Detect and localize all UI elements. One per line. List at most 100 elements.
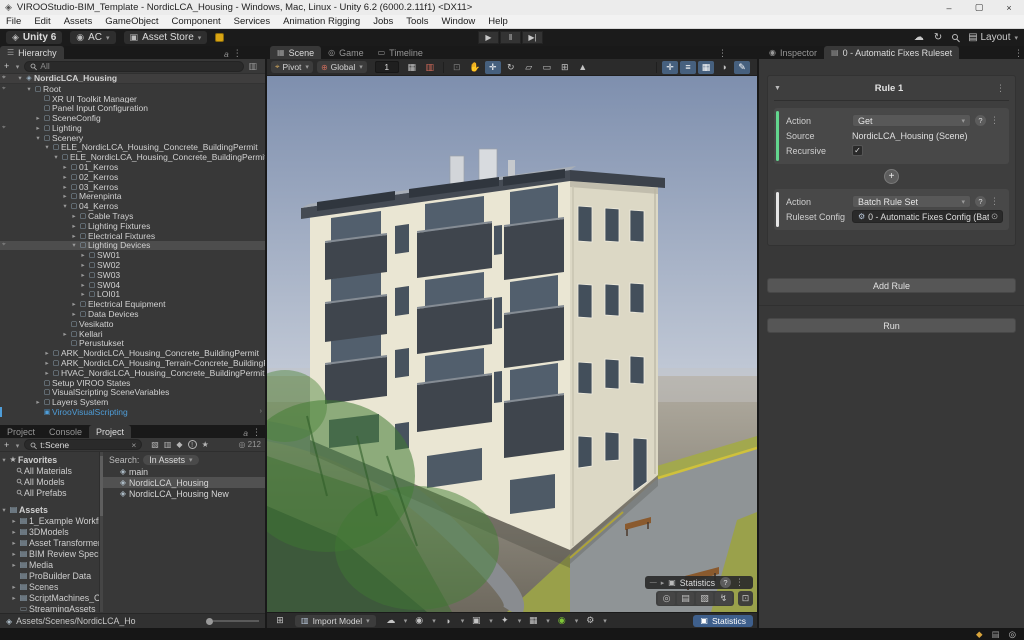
favorite-item-all-prefabs[interactable]: All Prefabs <box>0 487 99 498</box>
rule-menu-icon[interactable]: ⋮ <box>992 83 1009 94</box>
expand-arrow-icon[interactable]: ▸ <box>70 212 78 220</box>
overlay-move-toggle[interactable]: ✛ <box>662 61 678 74</box>
rect-tool[interactable]: ▭ <box>539 61 555 74</box>
folder-item-bim-review-specific[interactable]: ▸▤BIM Review Specific <box>0 548 99 559</box>
hierarchy-item-04-kerros[interactable]: ▾▢04_Kerros <box>0 201 265 211</box>
pick-toggle-icon[interactable]: ⌖ <box>2 85 6 93</box>
hierarchy-filter-icon[interactable]: ▥ <box>244 61 261 72</box>
tab-project[interactable]: Project <box>0 425 42 438</box>
expand-arrow-icon[interactable]: ▸ <box>43 349 51 357</box>
tab-0-automatic-fixes-ruleset[interactable]: ▤0 - Automatic Fixes Ruleset <box>824 46 959 59</box>
inspector-menu-icon[interactable]: ⋮ <box>1010 48 1024 59</box>
hierarchy-item-electrical-equipment[interactable]: ▸▢Electrical Equipment <box>0 299 265 309</box>
row-menu-icon[interactable]: ⋮ <box>986 196 1003 207</box>
hierarchy-item-sw03[interactable]: ▸▢SW03 <box>0 270 265 280</box>
tab-hierarchy[interactable]: ☰ Hierarchy <box>0 46 64 59</box>
close-button[interactable]: × <box>994 0 1024 15</box>
expand-arrow-icon[interactable]: ▸ <box>34 398 42 406</box>
object-picker-icon[interactable]: ⊙ <box>989 211 1000 222</box>
pick-toggle-icon[interactable]: ⌖ <box>2 241 6 249</box>
folder-item-probuilder-data[interactable]: ▤ProBuilder Data <box>0 570 99 581</box>
hierarchy-item-lighting[interactable]: ⌖▸▢Lighting <box>0 123 265 133</box>
asset-filter-icon[interactable]: ▥ <box>164 440 172 449</box>
overlay-align-toggle[interactable]: ≡ <box>680 61 696 74</box>
alert-filter-icon[interactable]: ! <box>188 440 197 449</box>
tab-scene[interactable]: ▦Scene <box>270 46 321 59</box>
pick-toggle-icon[interactable]: ⌖ <box>2 124 6 132</box>
search-icon[interactable] <box>952 32 958 43</box>
orientation-dropdown[interactable]: ⊕ Global▾ <box>317 61 367 73</box>
hierarchy-search-input[interactable]: All <box>24 61 244 72</box>
overlay-grid-toggle[interactable]: ▦ <box>698 61 714 74</box>
menu-item-assets[interactable]: Assets <box>64 16 93 27</box>
hierarchy-item-panel-input-configuration[interactable]: ▢Panel Input Configuration <box>0 103 265 113</box>
transform-tool[interactable]: ⊞ <box>557 61 573 74</box>
results-scope-dropdown[interactable]: In Assets▾ <box>143 455 198 465</box>
menu-item-animation-rigging[interactable]: Animation Rigging <box>283 16 360 27</box>
folder-item-media[interactable]: ▸▤Media <box>0 559 99 570</box>
run-button[interactable]: Run <box>767 318 1016 333</box>
help-icon[interactable]: ? <box>975 115 986 126</box>
expand-arrow-icon[interactable]: ▸ <box>70 310 78 318</box>
hidden-count-badge[interactable]: ◎ 212 <box>238 440 261 449</box>
custom-tool[interactable]: ▲ <box>575 61 591 74</box>
expand-arrow-icon[interactable]: ▾ <box>16 74 24 82</box>
hierarchy-item-kellari[interactable]: ▸▢Kellari <box>0 329 265 339</box>
expand-arrow-icon[interactable]: ▸ <box>34 114 42 122</box>
menu-item-tools[interactable]: Tools <box>406 16 428 27</box>
folder-item-streamingassets[interactable]: ▭StreamingAssets <box>0 603 99 612</box>
help-icon[interactable]: ? <box>720 577 731 588</box>
cache-server-icon[interactable]: ▤ <box>992 629 1000 640</box>
lens-dropdown[interactable]: ◉▾ <box>410 614 436 627</box>
expand-arrow-icon[interactable]: ▸ <box>79 271 87 279</box>
folder-item-asset-transformer[interactable]: ▸▤Asset Transformer <box>0 537 99 548</box>
expand-arrow-icon[interactable]: ▸ <box>70 222 78 230</box>
avatar-dropdown[interactable]: ✦▾ <box>496 614 522 627</box>
expand-arrow-icon[interactable]: ▾ <box>43 143 51 151</box>
unity-version-badge[interactable]: ◈ Unity 6 <box>6 31 62 44</box>
package-filter-icon[interactable]: ▧ <box>151 440 159 449</box>
folder-item-scriptmachines-com[interactable]: ▸▤ScriptMachines_Com <box>0 592 99 603</box>
stats-power-button[interactable]: ↯ <box>715 592 732 605</box>
import-model-button[interactable]: ▥ Import Model▾ <box>295 615 376 627</box>
help-icon[interactable]: ? <box>975 196 986 207</box>
action-dropdown[interactable]: Batch Rule Set▾ <box>852 195 971 208</box>
assets-root-folder[interactable]: ▾▤Assets <box>0 504 99 515</box>
hierarchy-add-button[interactable]: + ▾ <box>4 61 19 71</box>
overlay-paint-toggle[interactable]: ✎ <box>734 61 750 74</box>
menu-item-gameobject[interactable]: GameObject <box>105 16 158 27</box>
hierarchy-menu-icon[interactable]: ⋮ <box>229 48 246 59</box>
hierarchy-item-sceneconfig[interactable]: ▸▢SceneConfig <box>0 113 265 123</box>
add-rule-button[interactable]: Add Rule <box>767 278 1016 293</box>
hierarchy-item-scenery[interactable]: ▾▢Scenery <box>0 133 265 143</box>
result-item-main[interactable]: ◈main <box>103 466 265 477</box>
hierarchy-item-cable-trays[interactable]: ▸▢Cable Trays <box>0 211 265 221</box>
result-item-nordiclca-housing[interactable]: ◈NordicLCA_Housing <box>103 477 265 488</box>
overlay-menu-icon[interactable]: ⋮ <box>731 577 748 588</box>
tab-timeline[interactable]: ▭Timeline <box>371 46 430 59</box>
menu-item-help[interactable]: Help <box>488 16 508 27</box>
tiles-dropdown[interactable]: ▦▾ <box>524 614 550 627</box>
hierarchy-item-electrical-fixtures[interactable]: ▸▢Electrical Fixtures <box>0 231 265 241</box>
texture-dropdown[interactable]: ▣▾ <box>467 614 493 627</box>
move-tool[interactable]: ✛ <box>485 61 501 74</box>
hierarchy-item-01-kerros[interactable]: ▸▢01_Kerros <box>0 162 265 172</box>
stats-mesh-button[interactable]: ▧ <box>696 592 713 605</box>
project-search-input[interactable]: t:Scene × <box>24 439 142 450</box>
project-add-button[interactable]: + ▾ <box>4 440 19 450</box>
hierarchy-item-ark-nordiclca-housing-terrain-concrete-buildingpermit[interactable]: ▸▢ARK_NordicLCA_Housing_Terrain-Concrete… <box>0 358 265 368</box>
recursive-checkbox[interactable]: ✓ <box>852 145 863 156</box>
statistics-button[interactable]: ▣ Statistics <box>693 615 753 627</box>
tab-project[interactable]: Project <box>89 425 131 438</box>
tab-game[interactable]: ◎Game <box>321 46 371 59</box>
hierarchy-item-ark-nordiclca-housing-concrete-buildingpermit[interactable]: ▸▢ARK_NordicLCA_Housing_Concrete_Buildin… <box>0 348 265 358</box>
pivot-dropdown[interactable]: ⌖ Pivot▾ <box>271 61 313 73</box>
scene-viewport[interactable]: — ▸ ▣ Statistics ? ⋮ ◎▤▧↯ ⊡ <box>267 76 757 612</box>
account-dropdown[interactable]: ◉ AC▾ <box>70 31 115 44</box>
notification-badge-icon[interactable] <box>215 33 224 42</box>
folder-item-3dmodels[interactable]: ▸▤3DModels <box>0 526 99 537</box>
increment-snap-toggle[interactable]: ▥ <box>422 61 438 74</box>
view-tool[interactable]: ✋ <box>467 61 483 74</box>
collapse-arrow-icon[interactable]: ▼ <box>774 85 786 92</box>
tab-console[interactable]: Console <box>42 425 89 438</box>
